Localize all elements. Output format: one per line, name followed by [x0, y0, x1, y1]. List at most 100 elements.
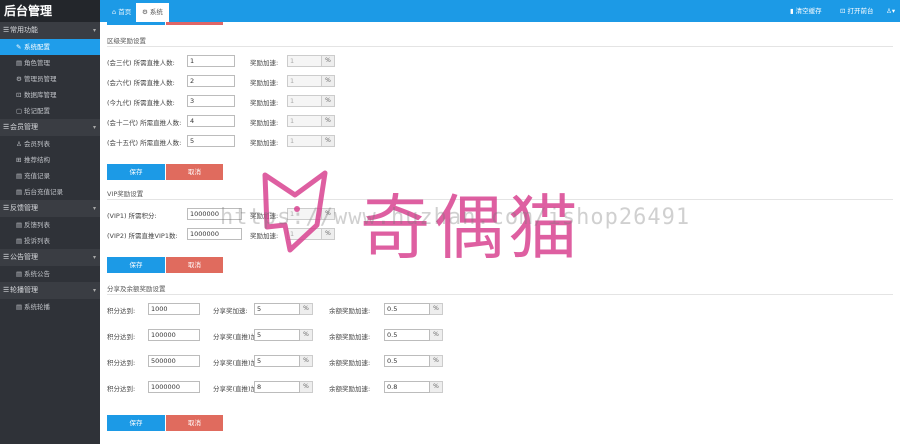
sidebar-group[interactable]: ☰会员管理 ▾	[0, 119, 100, 136]
field-label: (VIP2) 所需直推VIP1数:	[107, 232, 178, 240]
user-menu-button[interactable]: ♙▾	[886, 0, 895, 22]
menu-icon: ☰	[3, 123, 10, 131]
chevron-down-icon: ▾	[92, 27, 96, 34]
chevron-down-icon: ▾	[92, 254, 96, 261]
sidebar: 后台管理 ☰常用功能 ▾ ✎ 系统配置 ▤ 角色管理 ⚙ 管理员管理 ⊡ 数据库管理 ▢ 轮记配置 ☰会…	[0, 0, 100, 444]
percent-addon: %	[300, 329, 313, 341]
sidebar-group[interactable]: ☰轮播管理 ▾	[0, 282, 100, 299]
percent-addon: %	[430, 303, 443, 315]
sidebar-item[interactable]: ▤ 系统轮播	[0, 299, 100, 315]
required-count-input[interactable]: 1	[187, 55, 235, 67]
bonus-input[interactable]: 1	[287, 135, 322, 147]
section-title-share: 分享及余额奖励设置	[107, 285, 166, 293]
field-label: 积分达到:	[107, 333, 136, 341]
chevron-down-icon: ▾	[92, 287, 96, 294]
sidebar-item-label: 系统配置	[24, 43, 50, 51]
sidebar-item-icon: ▤	[16, 59, 23, 67]
sidebar-item-icon: ▢	[16, 107, 23, 115]
bonus-label: 奖励加速:	[250, 59, 279, 67]
tab-system[interactable]: ⚙ 系统	[136, 3, 169, 22]
sidebar-item-icon: ✎	[16, 43, 22, 51]
field-label: (会十二代) 所需直推人数:	[107, 119, 182, 127]
top-bar: ⌂ 首页 ⚙ 系统 ▮ 清空缓存 ⊡ 打开前台 ♙▾	[100, 0, 900, 22]
sidebar-item[interactable]: ▢ 轮记配置	[0, 103, 100, 119]
chevron-down-icon: ▾	[92, 124, 96, 131]
app-logo: 后台管理	[0, 0, 100, 22]
share-bonus-input[interactable]: 5	[254, 355, 300, 367]
bonus-input[interactable]: 1	[287, 75, 322, 87]
required-count-input[interactable]: 3	[187, 95, 235, 107]
field-label: (会六代) 所需直推人数:	[107, 79, 175, 87]
cancel-button-top[interactable]	[166, 22, 223, 25]
sidebar-group[interactable]: ☰常用功能 ▾	[0, 22, 100, 39]
sidebar-item[interactable]: ▤ 角色管理	[0, 55, 100, 71]
sidebar-item[interactable]: ▤ 系统公告	[0, 266, 100, 282]
points-threshold-input[interactable]: 1000000	[148, 381, 200, 393]
sidebar-item-icon: ▤	[16, 237, 23, 245]
save-button[interactable]: 保存	[107, 415, 165, 431]
sidebar-item-icon: ▤	[16, 188, 23, 196]
save-button[interactable]: 保存	[107, 164, 165, 180]
sidebar-item[interactable]: ▤ 充值记录	[0, 168, 100, 184]
open-frontend-button[interactable]: ⊡ 打开前台	[840, 0, 874, 22]
balance-bonus-label: 余额奖励加速:	[329, 385, 371, 393]
share-bonus-input[interactable]: 5	[254, 329, 300, 341]
points-threshold-input[interactable]: 500000	[148, 355, 200, 367]
sidebar-item-icon: ♙	[16, 140, 22, 148]
sidebar-item[interactable]: ▤ 反馈列表	[0, 217, 100, 233]
field-label: 积分达到:	[107, 307, 136, 315]
save-button-top[interactable]	[107, 22, 165, 25]
sidebar-item-label: 会员列表	[24, 140, 50, 148]
menu-icon: ☰	[3, 286, 10, 294]
sidebar-item-icon: ▤	[16, 221, 23, 229]
balance-bonus-input[interactable]: 0.8	[384, 381, 430, 393]
cancel-button[interactable]: 取消	[166, 257, 223, 273]
percent-addon: %	[322, 115, 335, 127]
percent-addon: %	[322, 75, 335, 87]
external-link-icon: ⊡	[840, 7, 848, 15]
section-title-district: 区级奖励设置	[107, 37, 146, 45]
bonus-label: 奖励加速:	[250, 99, 279, 107]
sidebar-item[interactable]: ⊞ 推荐结构	[0, 152, 100, 168]
percent-addon: %	[322, 55, 335, 67]
save-button[interactable]: 保存	[107, 257, 165, 273]
sidebar-item-label: 反馈列表	[24, 221, 50, 229]
points-threshold-input[interactable]: 1000	[148, 303, 200, 315]
bonus-input[interactable]: 1	[287, 55, 322, 67]
balance-bonus-input[interactable]: 0.5	[384, 329, 430, 341]
sidebar-item[interactable]: ▤ 后台充值记录	[0, 184, 100, 200]
balance-bonus-input[interactable]: 0.5	[384, 355, 430, 367]
sidebar-item[interactable]: ▤ 投诉列表	[0, 233, 100, 249]
bonus-input[interactable]: 1	[287, 95, 322, 107]
required-count-input[interactable]: 2	[187, 75, 235, 87]
divider	[107, 294, 893, 295]
sidebar-group[interactable]: ☰公告管理 ▾	[0, 249, 100, 266]
bonus-input[interactable]: 1	[287, 115, 322, 127]
tab-home[interactable]: ⌂ 首页	[106, 3, 137, 22]
sidebar-item-label: 后台充值记录	[24, 188, 63, 196]
points-threshold-input[interactable]: 100000	[148, 329, 200, 341]
sidebar-group[interactable]: ☰反馈管理 ▾	[0, 200, 100, 217]
sidebar-item-icon: ▤	[16, 172, 23, 180]
sidebar-item-label: 充值记录	[24, 172, 50, 180]
sidebar-item[interactable]: ⊡ 数据库管理	[0, 87, 100, 103]
sidebar-item-label: 系统轮播	[24, 303, 50, 311]
required-count-input[interactable]: 5	[187, 135, 235, 147]
sidebar-item-label: 推荐结构	[24, 156, 50, 164]
share-bonus-input[interactable]: 5	[254, 303, 300, 315]
field-label: 积分达到:	[107, 385, 136, 393]
share-bonus-input[interactable]: 8	[254, 381, 300, 393]
menu-icon: ☰	[3, 26, 10, 34]
field-label: (会三代) 所需直推人数:	[107, 59, 175, 67]
sidebar-item-label: 投诉列表	[24, 237, 50, 245]
sidebar-item[interactable]: ♙ 会员列表	[0, 136, 100, 152]
clear-cache-button[interactable]: ▮ 清空缓存	[790, 0, 822, 22]
sidebar-item[interactable]: ⚙ 管理员管理	[0, 71, 100, 87]
cancel-button[interactable]: 取消	[166, 164, 223, 180]
sidebar-item[interactable]: ✎ 系统配置	[0, 39, 100, 55]
field-label: 积分达到:	[107, 359, 136, 367]
balance-bonus-input[interactable]: 0.5	[384, 303, 430, 315]
required-count-input[interactable]: 4	[187, 115, 235, 127]
chevron-down-icon: ▾	[92, 205, 96, 212]
cancel-button[interactable]: 取消	[166, 415, 223, 431]
